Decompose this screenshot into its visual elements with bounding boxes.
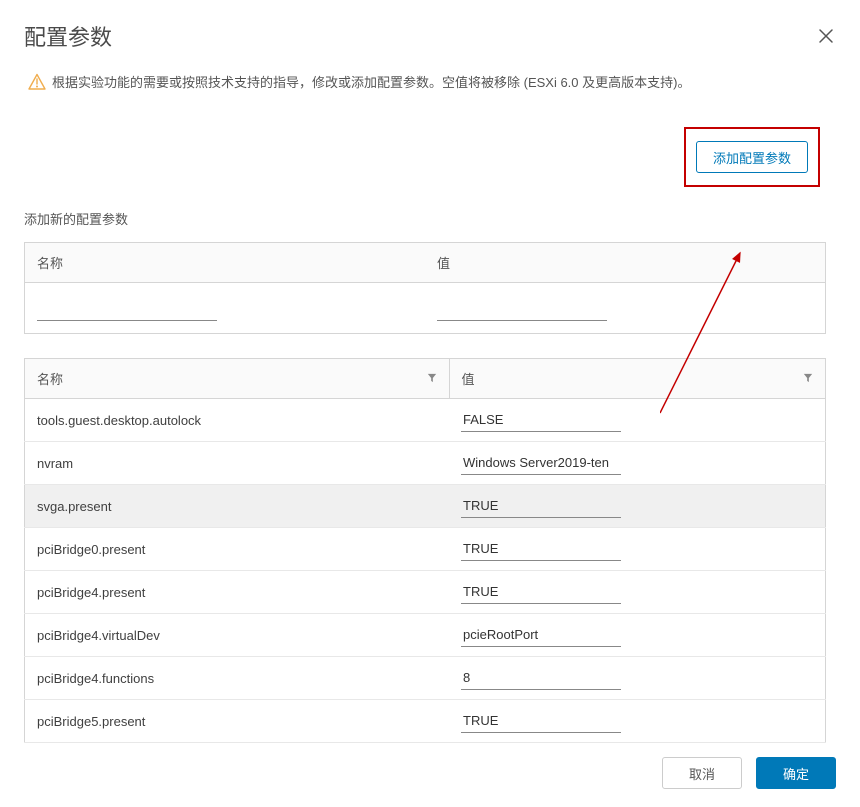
param-value-cell xyxy=(449,442,825,485)
ok-button[interactable]: 确定 xyxy=(756,757,836,789)
param-value-cell xyxy=(449,657,825,700)
param-value-input[interactable] xyxy=(461,537,621,561)
dialog-title: 配置参数 xyxy=(24,20,836,52)
table-row[interactable]: nvram xyxy=(25,442,826,485)
table-row[interactable]: pciBridge4.present xyxy=(25,571,826,614)
config-params-table: 名称 值 tools.guest.desktop. xyxy=(24,358,826,743)
table-row[interactable]: tools.guest.desktop.autolock xyxy=(25,399,826,442)
filter-icon[interactable] xyxy=(427,372,437,386)
new-param-name-input[interactable] xyxy=(37,297,217,321)
param-value-input[interactable] xyxy=(461,580,621,604)
annotation-highlight: 添加配置参数 xyxy=(684,127,820,187)
param-value-input[interactable] xyxy=(461,709,621,733)
warning-text: 根据实验功能的需要或按照技术支持的指导，修改或添加配置参数。空值将被移除 (ES… xyxy=(52,72,690,91)
add-new-param-section-title: 添加新的配置参数 xyxy=(24,209,826,228)
param-name-cell: pciBridge0.present xyxy=(25,528,450,571)
param-value-cell xyxy=(449,700,825,743)
param-name-cell: pciBridge4.present xyxy=(25,571,450,614)
new-param-value-input[interactable] xyxy=(437,297,607,321)
param-name-cell: pciBridge5.present xyxy=(25,700,450,743)
table-value-header-label: 值 xyxy=(462,372,475,387)
table-name-header-label: 名称 xyxy=(37,372,63,387)
table-row[interactable]: pciBridge4.virtualDev xyxy=(25,614,826,657)
new-param-row xyxy=(25,283,826,334)
param-value-cell xyxy=(449,571,825,614)
param-value-cell xyxy=(449,528,825,571)
param-name-cell: pciBridge4.virtualDev xyxy=(25,614,450,657)
add-config-param-button[interactable]: 添加配置参数 xyxy=(696,141,808,173)
param-name-cell: nvram xyxy=(25,442,450,485)
add-param-button-wrap: 添加配置参数 xyxy=(24,105,826,197)
dialog-header: 配置参数 xyxy=(0,0,860,68)
param-name-cell: tools.guest.desktop.autolock xyxy=(25,399,450,442)
param-value-input[interactable] xyxy=(461,494,621,518)
param-name-cell: pciBridge4.functions xyxy=(25,657,450,700)
param-value-input[interactable] xyxy=(461,408,621,432)
param-value-cell xyxy=(449,614,825,657)
cancel-button[interactable]: 取消 xyxy=(662,757,742,789)
param-value-input[interactable] xyxy=(461,451,621,475)
param-value-input[interactable] xyxy=(461,666,621,690)
table-row[interactable]: pciBridge5.present xyxy=(25,700,826,743)
new-name-header: 名称 xyxy=(25,243,426,283)
close-icon[interactable] xyxy=(814,24,838,48)
new-param-table: 名称 值 xyxy=(24,242,826,334)
param-value-input[interactable] xyxy=(461,623,621,647)
filter-icon[interactable] xyxy=(803,372,813,386)
table-row[interactable]: pciBridge4.functions xyxy=(25,657,826,700)
warning-row: 根据实验功能的需要或按照技术支持的指导，修改或添加配置参数。空值将被移除 (ES… xyxy=(24,68,826,105)
table-value-header: 值 xyxy=(449,359,825,399)
warning-icon xyxy=(28,73,46,91)
table-name-header: 名称 xyxy=(25,359,450,399)
table-row[interactable]: pciBridge0.present xyxy=(25,528,826,571)
config-params-dialog: 配置参数 根据实验功能的需要或按照技术支持的指导，修改或添加配置参数。空值将被移… xyxy=(0,0,860,807)
param-value-cell xyxy=(449,485,825,528)
dialog-body-scroll[interactable]: 根据实验功能的需要或按照技术支持的指导，修改或添加配置参数。空值将被移除 (ES… xyxy=(24,68,836,743)
param-value-cell xyxy=(449,399,825,442)
param-name-cell: svga.present xyxy=(25,485,450,528)
dialog-footer: 取消 确定 xyxy=(0,743,860,807)
new-value-header: 值 xyxy=(425,243,826,283)
table-row[interactable]: svga.present xyxy=(25,485,826,528)
dialog-body: 根据实验功能的需要或按照技术支持的指导，修改或添加配置参数。空值将被移除 (ES… xyxy=(0,68,860,743)
